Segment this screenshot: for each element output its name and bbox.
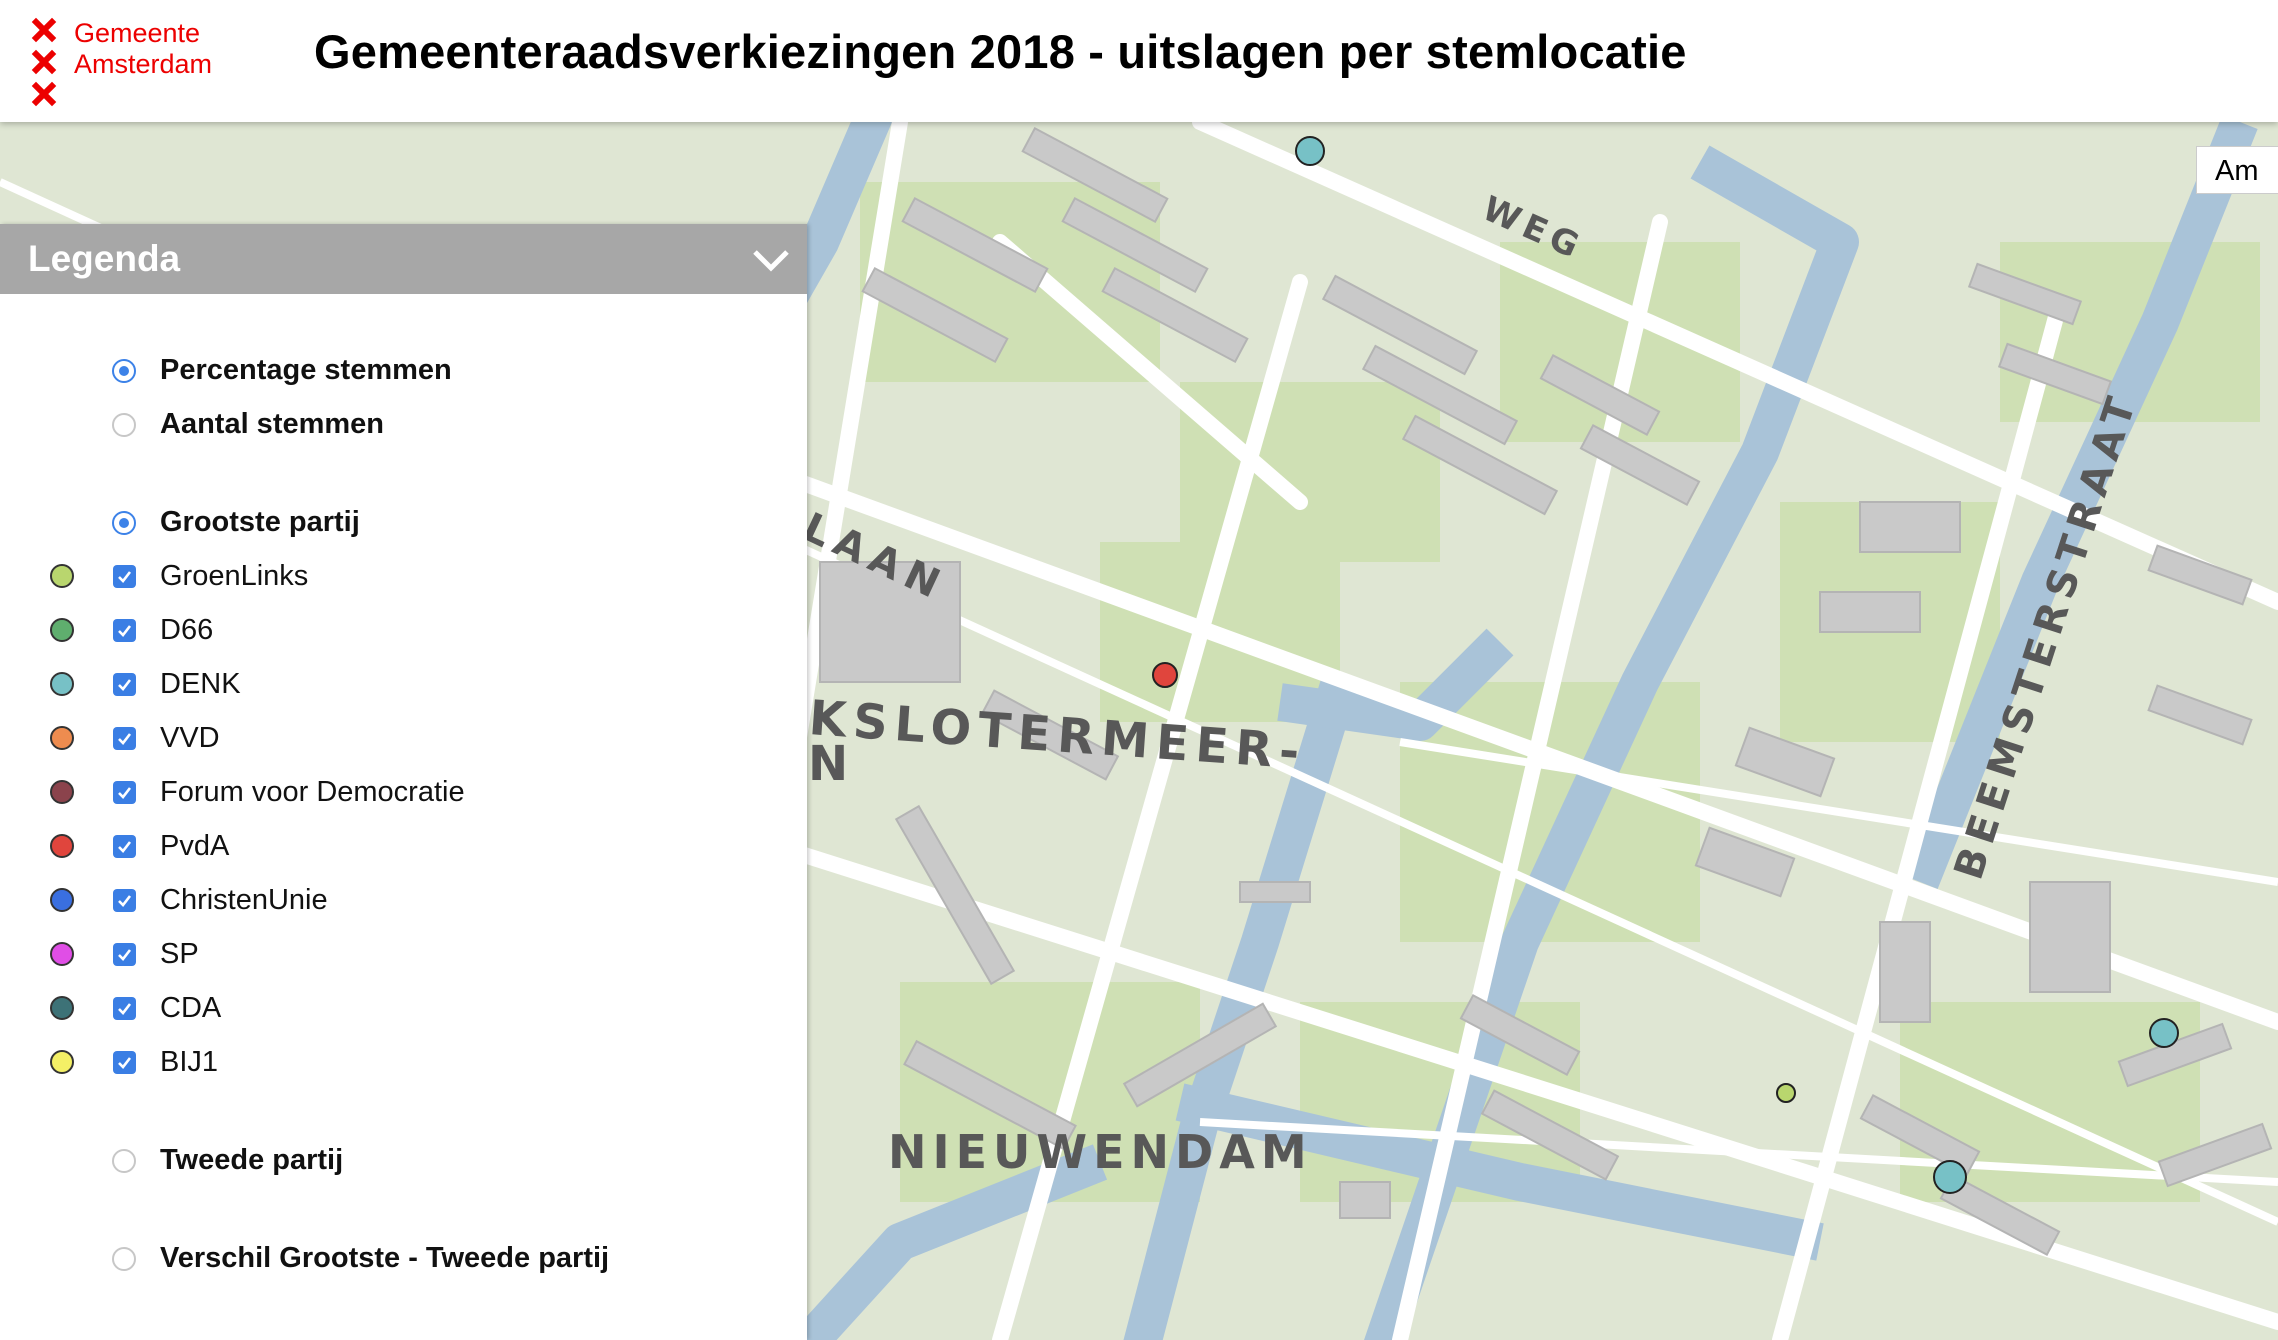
party-checkbox[interactable] (113, 835, 136, 858)
party-color-dot (50, 672, 74, 696)
party-label: Forum voor Democratie (160, 776, 465, 808)
party-color-dot (50, 564, 74, 588)
party-color-dot (50, 780, 74, 804)
checkmark-icon (118, 787, 132, 799)
party-label: D66 (160, 614, 214, 646)
checkmark-icon (118, 1003, 132, 1015)
party-color-dot (50, 618, 74, 642)
party-row[interactable]: CDA (0, 988, 800, 1028)
party-row[interactable]: ChristenUnie (0, 880, 800, 920)
mode-label-aantal: Aantal stemmen (160, 408, 385, 440)
chevron-down-icon[interactable] (751, 242, 791, 276)
party-label: SP (160, 938, 199, 970)
party-label: CDA (160, 992, 222, 1024)
party-color-dot (50, 726, 74, 750)
legend-title: Legenda (28, 238, 181, 279)
checkmark-icon (118, 625, 132, 637)
polling-station-marker-denk[interactable] (1933, 1160, 1967, 1194)
party-row[interactable]: GroenLinks (0, 556, 800, 596)
view-option-tweede[interactable]: Tweede partij (0, 1140, 800, 1180)
party-checkbox[interactable] (113, 997, 136, 1020)
party-row[interactable]: D66 (0, 610, 800, 650)
header: Gemeente Amsterdam Gemeenteraadsverkiezi… (0, 0, 2278, 122)
party-row[interactable]: VVD (0, 718, 800, 758)
party-row[interactable]: PvdA (0, 826, 800, 866)
polling-station-marker-denk[interactable] (2149, 1018, 2179, 1048)
party-checkbox[interactable] (113, 781, 136, 804)
amsterdam-crosses-icon (31, 17, 57, 107)
party-checkbox[interactable] (113, 673, 136, 696)
party-label: PvdA (160, 830, 230, 862)
mode-option-aantal[interactable]: Aantal stemmen (0, 404, 800, 444)
place-label-slotermeer-n: N (808, 736, 855, 792)
polling-station-marker-groenlinks[interactable] (1776, 1083, 1796, 1103)
mode-option-percentage[interactable]: Percentage stemmen (0, 350, 800, 390)
party-color-dot (50, 942, 74, 966)
checkmark-icon (118, 895, 132, 907)
party-color-dot (50, 834, 74, 858)
logo-text: Gemeente Amsterdam (74, 18, 212, 80)
view-label-grootste: Grootste partij (160, 506, 360, 538)
checkmark-icon (118, 679, 132, 691)
party-row[interactable]: SP (0, 934, 800, 974)
view-label-verschil: Verschil Grootste - Tweede partij (160, 1242, 610, 1274)
logo-line-amsterdam: Amsterdam (74, 49, 213, 79)
polling-station-marker-denk[interactable] (1295, 136, 1325, 166)
party-checkbox[interactable] (113, 619, 136, 642)
location-search-button[interactable]: Am (2196, 146, 2278, 194)
page-title: Gemeenteraadsverkiezingen 2018 - uitslag… (314, 25, 1687, 78)
party-checkbox[interactable] (113, 889, 136, 912)
party-row[interactable]: DENK (0, 664, 800, 704)
view-option-verschil[interactable]: Verschil Grootste - Tweede partij (0, 1238, 800, 1278)
party-color-dot (50, 888, 74, 912)
logo-line-gemeente: Gemeente (74, 18, 201, 48)
polling-station-marker-pvda[interactable] (1152, 662, 1178, 688)
gemeente-amsterdam-logo[interactable]: Gemeente Amsterdam (30, 14, 240, 114)
party-checkbox[interactable] (113, 565, 136, 588)
view-label-tweede: Tweede partij (160, 1144, 344, 1176)
legend-header[interactable]: Legenda (0, 224, 807, 294)
party-color-dot (50, 996, 74, 1020)
verschil-radio[interactable] (112, 1247, 136, 1271)
aantal-radio[interactable] (112, 413, 136, 437)
party-color-dot (50, 1050, 74, 1074)
checkmark-icon (118, 1057, 132, 1069)
tweede-partij-radio[interactable] (112, 1149, 136, 1173)
party-checkbox[interactable] (113, 727, 136, 750)
view-option-grootste[interactable]: Grootste partij (0, 502, 800, 542)
party-checkbox[interactable] (113, 943, 136, 966)
percentage-radio[interactable] (112, 359, 136, 383)
party-checkbox[interactable] (113, 1051, 136, 1074)
checkmark-icon (118, 733, 132, 745)
checkmark-icon (118, 841, 132, 853)
party-row[interactable]: BIJ1 (0, 1042, 800, 1082)
grootste-partij-radio[interactable] (112, 511, 136, 535)
party-label: BIJ1 (160, 1046, 219, 1078)
checkmark-icon (118, 571, 132, 583)
checkmark-icon (118, 949, 132, 961)
legend-panel: Legenda Percentage stemmen Aantal stemme… (0, 224, 807, 1340)
place-label-nieuwendam: NIEUWENDAM (888, 1125, 1313, 1179)
mode-label-percentage: Percentage stemmen (160, 354, 452, 386)
party-label: ChristenUnie (160, 884, 328, 916)
party-label: VVD (160, 722, 220, 754)
party-label: GroenLinks (160, 560, 309, 592)
party-row[interactable]: Forum voor Democratie (0, 772, 800, 812)
party-label: DENK (160, 668, 241, 700)
